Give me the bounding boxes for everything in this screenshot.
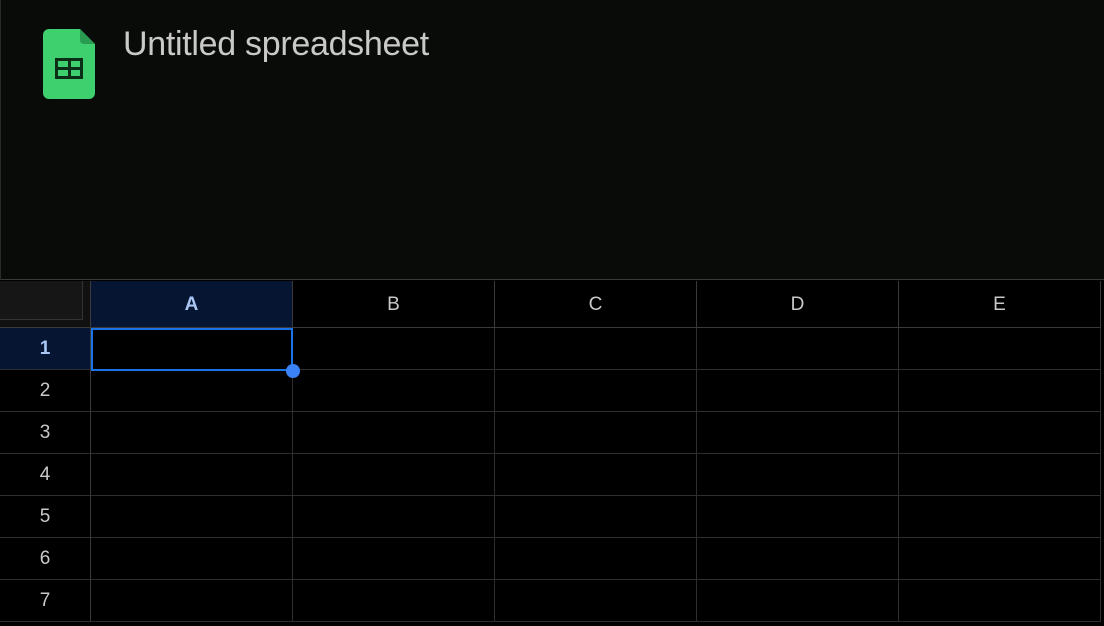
- row-header-5[interactable]: 5: [0, 496, 91, 538]
- cell-d5[interactable]: [697, 496, 899, 538]
- cell-b6[interactable]: [293, 538, 495, 580]
- cell-d4[interactable]: [697, 454, 899, 496]
- cell-d2[interactable]: [697, 370, 899, 412]
- cell-e1[interactable]: [899, 328, 1101, 370]
- cell-b3[interactable]: [293, 412, 495, 454]
- cell-b1[interactable]: [293, 328, 495, 370]
- cell-b7[interactable]: [293, 580, 495, 622]
- select-all-corner[interactable]: [0, 281, 91, 328]
- cell-d6[interactable]: [697, 538, 899, 580]
- document-title[interactable]: Untitled spreadsheet: [123, 24, 429, 64]
- column-header-e[interactable]: E: [899, 281, 1101, 328]
- active-cell-a1[interactable]: [91, 328, 293, 371]
- select-all-box: [0, 281, 83, 320]
- cell-d1[interactable]: [697, 328, 899, 370]
- cell-e5[interactable]: [899, 496, 1101, 538]
- cell-a7[interactable]: [91, 580, 293, 622]
- row-header-4[interactable]: 4: [0, 454, 91, 496]
- row-header-1[interactable]: 1: [0, 328, 91, 370]
- spreadsheet-grid[interactable]: A B C D E 1 2 3 4 5 6 7: [0, 281, 1104, 626]
- cell-c4[interactable]: [495, 454, 697, 496]
- row-header-3[interactable]: 3: [0, 412, 91, 454]
- cell-e3[interactable]: [899, 412, 1101, 454]
- cell-e6[interactable]: [899, 538, 1101, 580]
- cell-a6[interactable]: [91, 538, 293, 580]
- cell-d3[interactable]: [697, 412, 899, 454]
- document-header: Untitled spreadsheet: [0, 0, 1104, 280]
- sheets-logo-icon[interactable]: [43, 29, 95, 99]
- column-header-b[interactable]: B: [293, 281, 495, 328]
- fill-handle[interactable]: [286, 364, 300, 378]
- cell-b4[interactable]: [293, 454, 495, 496]
- cell-a5[interactable]: [91, 496, 293, 538]
- cell-c5[interactable]: [495, 496, 697, 538]
- cell-b2[interactable]: [293, 370, 495, 412]
- cell-c3[interactable]: [495, 412, 697, 454]
- cell-b5[interactable]: [293, 496, 495, 538]
- cell-a3[interactable]: [91, 412, 293, 454]
- column-header-c[interactable]: C: [495, 281, 697, 328]
- column-header-a[interactable]: A: [91, 281, 293, 328]
- cell-e4[interactable]: [899, 454, 1101, 496]
- row-header-7[interactable]: 7: [0, 580, 91, 622]
- cell-c7[interactable]: [495, 580, 697, 622]
- cell-d7[interactable]: [697, 580, 899, 622]
- cell-a2[interactable]: [91, 370, 293, 412]
- cell-c2[interactable]: [495, 370, 697, 412]
- column-header-d[interactable]: D: [697, 281, 899, 328]
- cell-e7[interactable]: [899, 580, 1101, 622]
- cell-c6[interactable]: [495, 538, 697, 580]
- row-header-2[interactable]: 2: [0, 370, 91, 412]
- cell-c1[interactable]: [495, 328, 697, 370]
- row-header-6[interactable]: 6: [0, 538, 91, 580]
- cell-e2[interactable]: [899, 370, 1101, 412]
- cell-a4[interactable]: [91, 454, 293, 496]
